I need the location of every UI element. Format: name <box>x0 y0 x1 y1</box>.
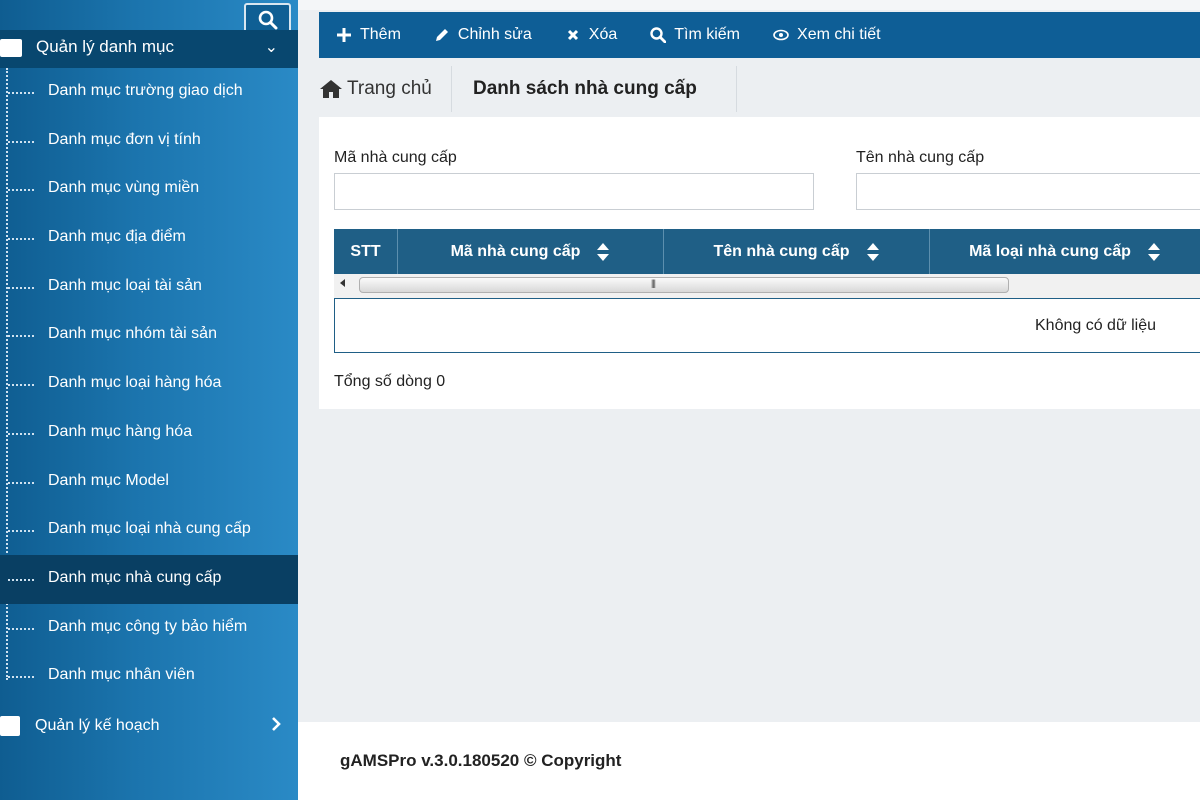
sidebar-item-supplier[interactable]: Danh mục nhà cung cấp <box>0 554 298 604</box>
sidebar-item-location[interactable]: Danh mục địa điểm <box>0 214 298 263</box>
sidebar-item-transaction-field[interactable]: Danh mục trường giao dịch <box>0 68 298 117</box>
sidebar-item-employee[interactable]: Danh mục nhân viên <box>0 652 298 701</box>
column-header-stt[interactable]: STT <box>334 229 398 274</box>
sidebar-item-goods-type[interactable]: Danh mục loại hàng hóa <box>0 360 298 409</box>
tree-dash <box>8 384 34 387</box>
search-button[interactable]: Tìm kiếm <box>649 26 740 44</box>
page-title: Danh sách nhà cung cấp <box>452 66 737 112</box>
edit-button[interactable]: Chỉnh sửa <box>433 26 532 44</box>
sidebar-item-region[interactable]: Danh mục vùng miền <box>0 165 298 214</box>
chevron-right-icon <box>270 715 282 738</box>
top-strip <box>298 0 1200 10</box>
sidebar-item-label: Danh mục nhóm tài sản <box>48 325 217 343</box>
tree-dash <box>8 530 34 533</box>
sidebar-item-unit[interactable]: Danh mục đơn vị tính <box>0 117 298 166</box>
view-detail-button-label: Xem chi tiết <box>797 26 881 43</box>
supplier-code-label: Mã nhà cung cấp <box>334 149 457 166</box>
home-icon <box>319 79 343 99</box>
column-header-label: STT <box>350 242 381 260</box>
footer-copyright: gAMSPro v.3.0.180520 © Copyright <box>340 751 622 770</box>
sidebar-group-category[interactable]: Quản lý danh mục ⌄ <box>0 30 298 68</box>
sidebar-item-label: Danh mục hàng hóa <box>48 422 193 440</box>
edit-button-label: Chỉnh sửa <box>457 26 532 43</box>
breadcrumb-home[interactable]: Trang chủ <box>319 66 452 112</box>
supplier-name-label: Tên nhà cung cấp <box>856 149 985 166</box>
tree-dash <box>8 627 34 630</box>
sidebar-item-label: Danh mục nhân viên <box>48 666 195 684</box>
tree-dash <box>8 140 34 143</box>
sidebar: Quản lý danh mục ⌄ Danh mục trường giao … <box>0 0 298 800</box>
tree-dash <box>8 189 34 192</box>
sidebar-item-label: Danh mục vùng miền <box>48 179 200 197</box>
search-button-label: Tìm kiếm <box>674 26 741 43</box>
tree-dash <box>8 335 34 338</box>
add-button[interactable]: Thêm <box>335 26 401 44</box>
sidebar-item-asset-group[interactable]: Danh mục nhóm tài sản <box>0 311 298 360</box>
sidebar-item-label: Danh mục loại hàng hóa <box>48 374 222 392</box>
sort-icon <box>1147 242 1161 262</box>
sidebar-item-label: Danh mục loại nhà cung cấp <box>48 520 251 538</box>
add-button-label: Thêm <box>360 26 401 43</box>
pencil-icon <box>433 26 451 44</box>
grip-icon: ||| <box>651 278 656 288</box>
column-header-supplier-name[interactable]: Tên nhà cung cấp <box>664 229 930 274</box>
sidebar-item-label: Danh mục nhà cung cấp <box>48 568 222 586</box>
horizontal-scrollbar[interactable]: ||| <box>334 274 1200 298</box>
tree-dash <box>8 286 34 289</box>
breadcrumb: Trang chủ Danh sách nhà cung cấp <box>319 66 1200 112</box>
sidebar-item-label: Danh mục địa điểm <box>48 228 186 246</box>
empty-message: Không có dữ liệu <box>1035 317 1157 334</box>
sidebar-item-label: Danh mục Model <box>48 471 169 489</box>
sidebar-group-label: Quản lý danh mục <box>36 37 174 56</box>
supplier-code-input[interactable] <box>334 173 814 210</box>
sort-icon <box>596 242 610 262</box>
toolbar: Thêm Chỉnh sửa Xóa Tìm kiếm Xem chi tiết <box>319 12 1200 58</box>
column-header-supplier-code[interactable]: Mã nhà cung cấp <box>398 229 664 274</box>
note-icon <box>0 716 20 736</box>
sidebar-group-label: Quản lý kế hoạch <box>35 717 160 734</box>
scrollbar-thumb[interactable] <box>359 277 1009 293</box>
sidebar-item-supplier-type[interactable]: Danh mục loại nhà cung cấp <box>0 506 298 555</box>
sidebar-item-label: Danh mục loại tài sản <box>48 276 202 294</box>
footer: gAMSPro v.3.0.180520 © Copyright <box>298 722 1200 800</box>
tree-dash <box>8 432 34 435</box>
sidebar-item-insurance-company[interactable]: Danh mục công ty bảo hiểm <box>0 604 298 653</box>
view-detail-button[interactable]: Xem chi tiết <box>772 26 881 44</box>
sidebar-items: Danh mục trường giao dịch Danh mục đơn v… <box>0 68 298 701</box>
sidebar-item-label: Danh mục trường giao dịch <box>48 82 243 99</box>
grid-header: STT Mã nhà cung cấp Tên nhà cung cấp Mã … <box>334 229 1200 274</box>
tree-dash <box>8 481 34 484</box>
column-header-supplier-type-code[interactable]: Mã loại nhà cung cấp <box>930 229 1200 274</box>
tree-dash <box>8 578 34 581</box>
grid-body: Không có dữ liệu <box>334 298 1200 353</box>
chevron-down-icon: ⌄ <box>264 39 278 56</box>
sidebar-item-goods[interactable]: Danh mục hàng hóa <box>0 409 298 458</box>
column-header-label: Mã loại nhà cung cấp <box>969 242 1131 260</box>
column-header-label: Mã nhà cung cấp <box>450 242 581 260</box>
sidebar-group-plan[interactable]: Quản lý kế hoạch <box>0 705 298 747</box>
main-panel: Mã nhà cung cấp Tên nhà cung cấp STT Mã … <box>319 117 1200 409</box>
sidebar-item-asset-type[interactable]: Danh mục loại tài sản <box>0 263 298 312</box>
sidebar-item-model[interactable]: Danh mục Model <box>0 458 298 507</box>
supplier-name-input[interactable] <box>856 173 1200 210</box>
search-icon <box>649 26 667 44</box>
sidebar-item-label: Danh mục đơn vị tính <box>48 130 201 148</box>
tree-dash <box>8 676 34 679</box>
delete-button[interactable]: Xóa <box>564 26 617 44</box>
sort-icon <box>866 242 880 262</box>
delete-button-label: Xóa <box>588 26 618 43</box>
total-rows: Tổng số dòng 0 <box>334 373 446 390</box>
breadcrumb-home-label: Trang chủ <box>347 78 432 99</box>
sidebar-item-label: Danh mục công ty bảo hiểm <box>48 617 248 635</box>
eye-icon <box>772 26 790 44</box>
folder-icon <box>0 39 22 57</box>
tree-dash <box>8 238 34 241</box>
scroll-left-arrow-icon[interactable] <box>340 279 345 287</box>
column-header-label: Tên nhà cung cấp <box>713 242 850 260</box>
plus-icon <box>335 26 353 44</box>
close-icon <box>564 26 582 44</box>
tree-dash <box>8 92 34 94</box>
